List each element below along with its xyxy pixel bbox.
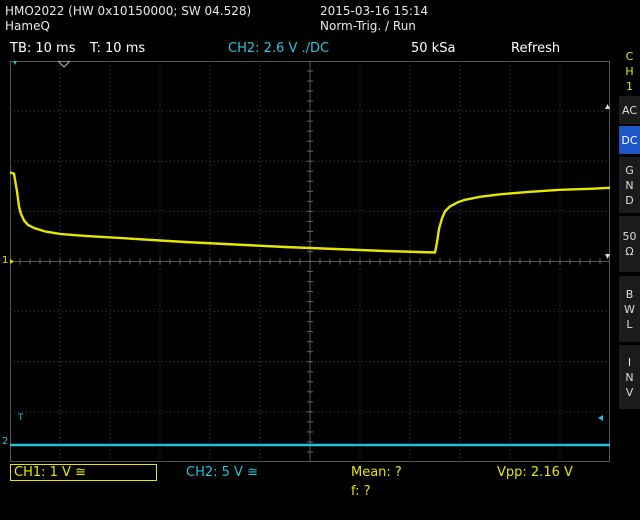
- trigger-channel-label[interactable]: CH2: 2.6 V ./DC: [228, 41, 329, 57]
- mean-measurement: Mean: ?: [351, 465, 402, 480]
- acquisition-mode-label[interactable]: Refresh: [511, 41, 560, 57]
- coupling-ac-button[interactable]: AC: [619, 96, 640, 124]
- channel-indicator: C H 1: [619, 48, 640, 94]
- sample-rate-label: 50 kSa: [411, 41, 456, 56]
- coupling-dc-button[interactable]: DC: [619, 126, 640, 154]
- trigger-time-label[interactable]: T: 10 ms: [90, 41, 145, 57]
- trigger-status: Norm-Trig. / Run: [320, 19, 416, 33]
- ch2-ground-marker[interactable]: 2: [2, 436, 8, 447]
- invert-button[interactable]: I N V: [619, 345, 640, 409]
- impedance-50-ohm-button[interactable]: 50 Ω: [619, 216, 640, 272]
- ch2-scale-label[interactable]: CH2: 5 V ≅: [186, 465, 258, 481]
- timebase-label[interactable]: TB: 10 ms: [10, 41, 75, 57]
- coupling-gnd-button[interactable]: G N D: [619, 157, 640, 213]
- ch1-ground-marker[interactable]: 1: [2, 255, 8, 266]
- frequency-measurement: f: ?: [351, 484, 371, 499]
- scope-screen[interactable]: [10, 61, 610, 462]
- bandwidth-limit-button[interactable]: B W L: [619, 276, 640, 342]
- ch1-scale-label[interactable]: CH1: 1 V ≅: [14, 465, 86, 481]
- vpp-measurement: Vpp: 2.16 V: [497, 465, 573, 480]
- device-info: HMO2022 (HW 0x10150000; SW 04.528): [5, 4, 252, 18]
- trigger-level-marker[interactable]: T: [18, 413, 24, 423]
- datetime: 2015-03-16 15:14: [320, 4, 429, 18]
- vendor-label: HameQ: [5, 19, 50, 33]
- channel-letter: H: [625, 64, 634, 78]
- channel-letter: 1: [626, 79, 633, 93]
- channel-letter: C: [625, 49, 634, 63]
